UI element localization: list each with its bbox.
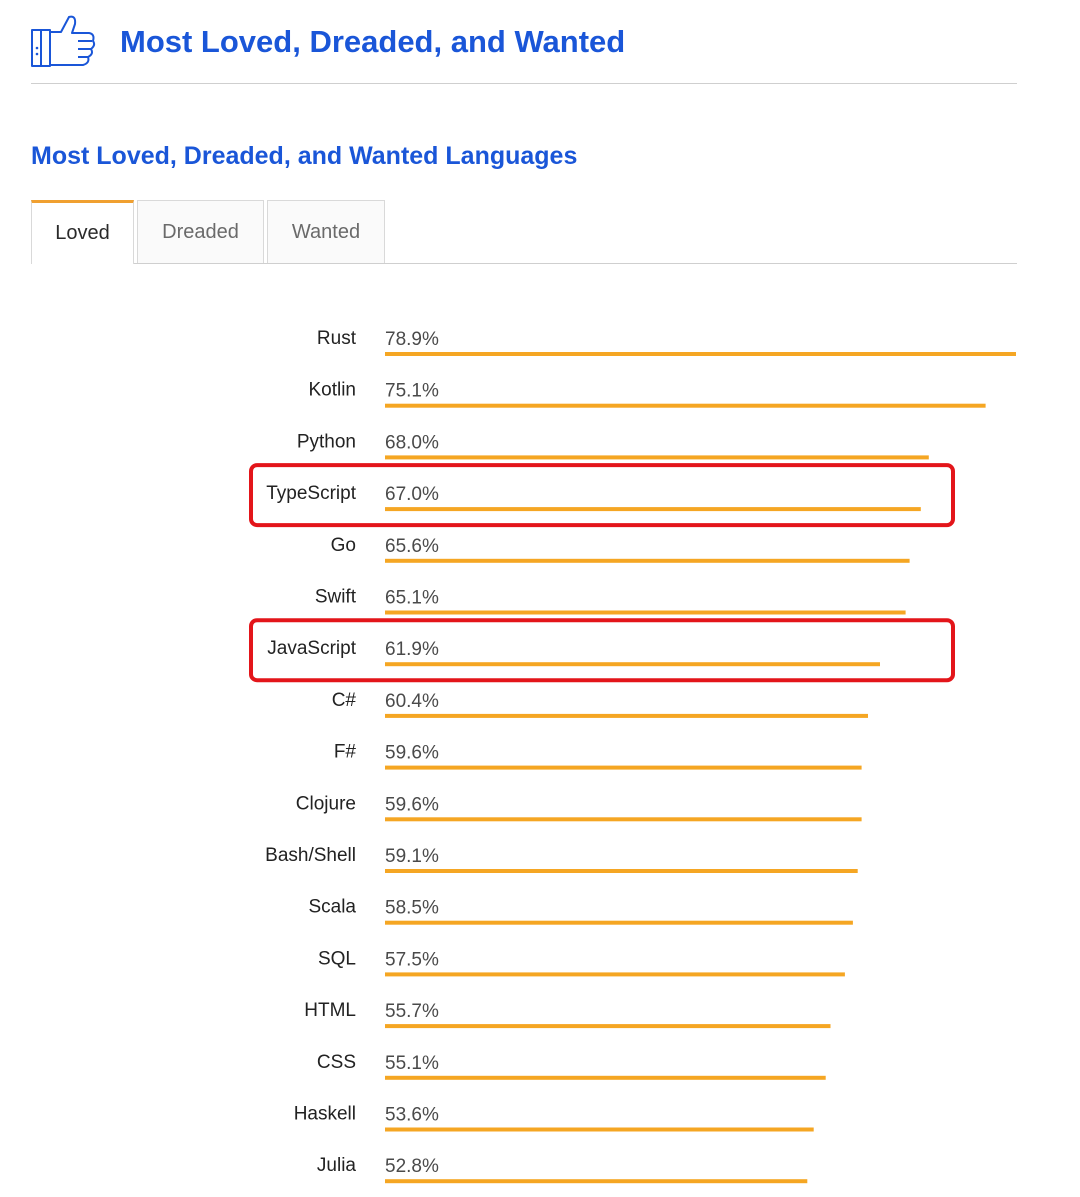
category-label-scala: Scala xyxy=(308,897,356,918)
bar-python xyxy=(385,455,929,460)
value-label-rust: 78.9% xyxy=(385,329,439,350)
category-label-swift: Swift xyxy=(315,587,357,608)
bar-typescript xyxy=(385,507,921,512)
category-label-clojure: Clojure xyxy=(296,793,356,814)
value-label-sql: 57.5% xyxy=(385,949,439,970)
bar-bash-shell xyxy=(385,869,858,873)
bar-sql xyxy=(385,972,845,977)
category-label-f-: F# xyxy=(334,742,357,763)
value-label-f-: 59.6% xyxy=(385,743,439,764)
bar-swift xyxy=(385,610,906,615)
value-label-go: 65.6% xyxy=(385,536,439,557)
bar-kotlin xyxy=(385,403,986,408)
category-label-c-: C# xyxy=(332,690,357,711)
bar-css xyxy=(385,1075,826,1080)
value-label-julia: 52.8% xyxy=(385,1156,439,1177)
value-label-scala: 58.5% xyxy=(385,898,439,919)
category-label-sql: SQL xyxy=(318,948,356,969)
category-label-haskell: Haskell xyxy=(294,1104,356,1125)
bar-clojure xyxy=(385,817,862,822)
category-label-julia: Julia xyxy=(317,1155,357,1176)
value-label-html: 55.7% xyxy=(385,1001,439,1022)
category-label-css: CSS xyxy=(317,1052,356,1073)
category-label-python: Python xyxy=(297,431,356,452)
bar-scala xyxy=(385,920,853,925)
bar-julia xyxy=(385,1179,808,1184)
value-label-python: 68.0% xyxy=(385,432,439,453)
value-label-swift: 65.1% xyxy=(385,588,439,609)
value-label-css: 55.1% xyxy=(385,1053,439,1074)
category-label-javascript: JavaScript xyxy=(267,638,356,659)
bar-rust xyxy=(385,352,1016,356)
category-label-kotlin: Kotlin xyxy=(308,380,356,401)
bar-c- xyxy=(385,713,868,718)
category-label-bash-shell: Bash/Shell xyxy=(265,845,356,866)
bar-html xyxy=(385,1024,831,1029)
bar-go xyxy=(385,558,910,563)
value-label-c-: 60.4% xyxy=(385,691,439,712)
value-label-bash-shell: 59.1% xyxy=(385,846,439,867)
category-label-typescript: TypeScript xyxy=(266,483,356,504)
bar-javascript xyxy=(385,662,880,667)
value-label-haskell: 53.6% xyxy=(385,1105,439,1126)
value-label-clojure: 59.6% xyxy=(385,794,439,815)
category-label-rust: Rust xyxy=(317,328,357,349)
bar-haskell xyxy=(385,1127,814,1132)
category-label-html: HTML xyxy=(304,1000,356,1021)
category-label-go: Go xyxy=(331,535,356,556)
value-label-javascript: 61.9% xyxy=(385,639,439,660)
highlight-box-typescript xyxy=(249,463,955,528)
highlight-box-javascript xyxy=(249,618,955,683)
value-label-typescript: 67.0% xyxy=(385,484,439,505)
loved-languages-chart: Rust 78.9% Kotlin 75.1% Python 68.0% TypeScrip… xyxy=(249,328,1016,1184)
value-label-kotlin: 75.1% xyxy=(385,381,439,402)
bar-f- xyxy=(385,765,862,770)
